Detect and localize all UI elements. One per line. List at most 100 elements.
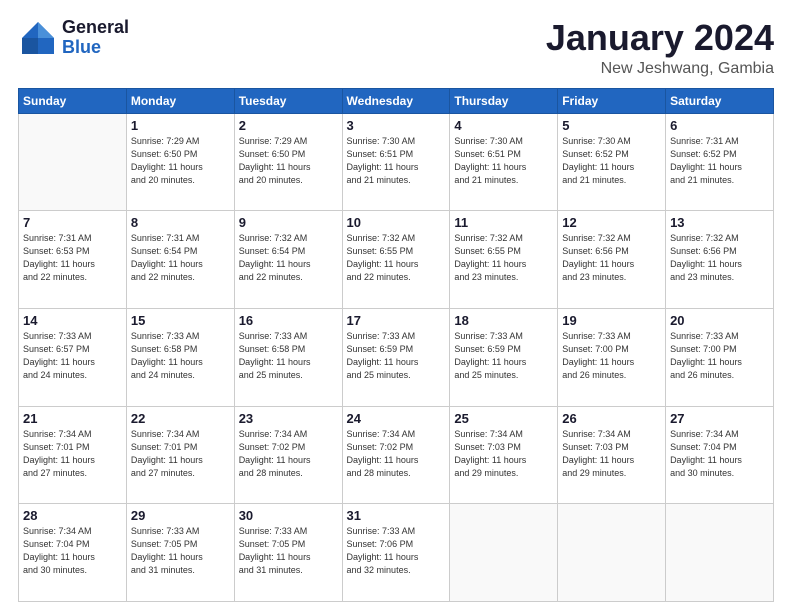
day-number: 29	[131, 508, 230, 523]
calendar-cell: 31 Sunrise: 7:33 AM Sunset: 7:06 PM Dayli…	[342, 504, 450, 602]
day-number: 1	[131, 118, 230, 133]
calendar-cell: 20Sunrise: 7:33 AM Sunset: 7:00 PM Dayli…	[666, 308, 774, 406]
calendar-cell	[19, 113, 127, 211]
day-info: Sunrise: 7:33 AM Sunset: 7:05 PM Dayligh…	[131, 525, 230, 577]
day-number: 18	[454, 313, 553, 328]
day-number: 13	[670, 215, 769, 230]
day-info: Sunrise: 7:32 AM Sunset: 6:54 PM Dayligh…	[239, 232, 338, 284]
day-number: 12	[562, 215, 661, 230]
day-number: 17	[347, 313, 446, 328]
day-number: 27	[670, 411, 769, 426]
day-number: 31	[347, 508, 446, 523]
calendar-cell: 9 Sunrise: 7:32 AM Sunset: 6:54 PM Daylig…	[234, 211, 342, 309]
calendar-cell: 5 Sunrise: 7:30 AM Sunset: 6:52 PM Daylig…	[558, 113, 666, 211]
day-number: 8	[131, 215, 230, 230]
day-number: 19	[562, 313, 661, 328]
calendar-cell: 15 Sunrise: 7:33 AM Sunset: 6:58 PM Dayli…	[126, 308, 234, 406]
day-info: Sunrise: 7:33 AM Sunset: 7:05 PM Dayligh…	[239, 525, 338, 577]
day-info: Sunrise: 7:34 AM Sunset: 7:02 PM Dayligh…	[239, 428, 338, 480]
calendar-cell: 7Sunrise: 7:31 AM Sunset: 6:53 PM Daylig…	[19, 211, 127, 309]
day-info: Sunrise: 7:32 AM Sunset: 6:56 PM Dayligh…	[562, 232, 661, 284]
calendar-cell: 4 Sunrise: 7:30 AM Sunset: 6:51 PM Daylig…	[450, 113, 558, 211]
calendar-cell: 24 Sunrise: 7:34 AM Sunset: 7:02 PM Dayli…	[342, 406, 450, 504]
title-block: January 2024 New Jeshwang, Gambia	[546, 18, 774, 78]
calendar-header-sunday: Sunday	[19, 88, 127, 113]
day-info: Sunrise: 7:32 AM Sunset: 6:55 PM Dayligh…	[454, 232, 553, 284]
calendar-cell: 3 Sunrise: 7:30 AM Sunset: 6:51 PM Daylig…	[342, 113, 450, 211]
day-number: 10	[347, 215, 446, 230]
calendar-header-friday: Friday	[558, 88, 666, 113]
calendar-header-tuesday: Tuesday	[234, 88, 342, 113]
day-number: 4	[454, 118, 553, 133]
day-number: 28	[23, 508, 122, 523]
day-info: Sunrise: 7:29 AM Sunset: 6:50 PM Dayligh…	[239, 135, 338, 187]
calendar-cell: 10Sunrise: 7:32 AM Sunset: 6:55 PM Dayli…	[342, 211, 450, 309]
day-info: Sunrise: 7:34 AM Sunset: 7:04 PM Dayligh…	[23, 525, 122, 577]
logo-icon	[18, 18, 58, 58]
calendar-cell: 18 Sunrise: 7:33 AM Sunset: 6:59 PM Dayli…	[450, 308, 558, 406]
calendar-header-thursday: Thursday	[450, 88, 558, 113]
calendar-cell: 21Sunrise: 7:34 AM Sunset: 7:01 PM Dayli…	[19, 406, 127, 504]
calendar-cell: 22 Sunrise: 7:34 AM Sunset: 7:01 PM Dayli…	[126, 406, 234, 504]
day-number: 14	[23, 313, 122, 328]
logo-general-text: General	[62, 18, 129, 38]
calendar-cell: 16Sunrise: 7:33 AM Sunset: 6:58 PM Dayli…	[234, 308, 342, 406]
day-number: 15	[131, 313, 230, 328]
day-number: 16	[239, 313, 338, 328]
day-info: Sunrise: 7:29 AM Sunset: 6:50 PM Dayligh…	[131, 135, 230, 187]
day-number: 11	[454, 215, 553, 230]
calendar-cell: 12 Sunrise: 7:32 AM Sunset: 6:56 PM Dayli…	[558, 211, 666, 309]
month-title: January 2024	[546, 18, 774, 58]
day-info: Sunrise: 7:31 AM Sunset: 6:54 PM Dayligh…	[131, 232, 230, 284]
day-info: Sunrise: 7:33 AM Sunset: 6:59 PM Dayligh…	[454, 330, 553, 382]
day-info: Sunrise: 7:33 AM Sunset: 6:57 PM Dayligh…	[23, 330, 122, 382]
week-row-0: 1 Sunrise: 7:29 AM Sunset: 6:50 PM Daylig…	[19, 113, 774, 211]
day-number: 26	[562, 411, 661, 426]
day-number: 3	[347, 118, 446, 133]
calendar-cell: 1 Sunrise: 7:29 AM Sunset: 6:50 PM Daylig…	[126, 113, 234, 211]
day-info: Sunrise: 7:34 AM Sunset: 7:01 PM Dayligh…	[131, 428, 230, 480]
day-number: 25	[454, 411, 553, 426]
calendar-cell: 25Sunrise: 7:34 AM Sunset: 7:03 PM Dayli…	[450, 406, 558, 504]
calendar-cell: 26 Sunrise: 7:34 AM Sunset: 7:03 PM Dayli…	[558, 406, 666, 504]
day-info: Sunrise: 7:30 AM Sunset: 6:51 PM Dayligh…	[454, 135, 553, 187]
calendar-cell: 28 Sunrise: 7:34 AM Sunset: 7:04 PM Dayli…	[19, 504, 127, 602]
calendar-cell: 6 Sunrise: 7:31 AM Sunset: 6:52 PM Daylig…	[666, 113, 774, 211]
logo: General Blue	[18, 18, 129, 58]
day-number: 6	[670, 118, 769, 133]
week-row-1: 7Sunrise: 7:31 AM Sunset: 6:53 PM Daylig…	[19, 211, 774, 309]
calendar-cell: 13Sunrise: 7:32 AM Sunset: 6:56 PM Dayli…	[666, 211, 774, 309]
day-number: 9	[239, 215, 338, 230]
day-info: Sunrise: 7:33 AM Sunset: 6:58 PM Dayligh…	[131, 330, 230, 382]
week-row-2: 14 Sunrise: 7:33 AM Sunset: 6:57 PM Dayli…	[19, 308, 774, 406]
day-number: 5	[562, 118, 661, 133]
day-info: Sunrise: 7:30 AM Sunset: 6:52 PM Dayligh…	[562, 135, 661, 187]
day-info: Sunrise: 7:34 AM Sunset: 7:03 PM Dayligh…	[562, 428, 661, 480]
calendar-table: SundayMondayTuesdayWednesdayThursdayFrid…	[18, 88, 774, 602]
day-number: 24	[347, 411, 446, 426]
day-number: 22	[131, 411, 230, 426]
calendar-cell	[558, 504, 666, 602]
calendar-cell: 14 Sunrise: 7:33 AM Sunset: 6:57 PM Dayli…	[19, 308, 127, 406]
week-row-3: 21 Sunrise: 7:34 AM Sunset: 7:01 PM Dayli…	[19, 406, 774, 504]
calendar-header-row: SundayMondayTuesdayWednesdayThursdayFrid…	[19, 88, 774, 113]
day-info: Sunrise: 7:34 AM Sunset: 7:02 PM Dayligh…	[347, 428, 446, 480]
calendar-cell: 29 Sunrise: 7:33 AM Sunset: 7:05 PM Dayli…	[126, 504, 234, 602]
logo-blue-text: Blue	[62, 38, 129, 58]
day-info: Sunrise: 7:31 AM Sunset: 6:52 PM Dayligh…	[670, 135, 769, 187]
calendar-cell: 30Sunrise: 7:33 AM Sunset: 7:05 PM Dayli…	[234, 504, 342, 602]
calendar-cell	[666, 504, 774, 602]
calendar-cell: 11 Sunrise: 7:32 AM Sunset: 6:55 PM Dayli…	[450, 211, 558, 309]
calendar-header-wednesday: Wednesday	[342, 88, 450, 113]
day-number: 2	[239, 118, 338, 133]
calendar-cell: 27Sunrise: 7:34 AM Sunset: 7:04 PM Dayli…	[666, 406, 774, 504]
header: General Blue January 2024 New Jeshwang, …	[18, 18, 774, 78]
day-number: 7	[23, 215, 122, 230]
day-info: Sunrise: 7:33 AM Sunset: 6:59 PM Dayligh…	[347, 330, 446, 382]
day-info: Sunrise: 7:30 AM Sunset: 6:51 PM Dayligh…	[347, 135, 446, 187]
calendar-cell: 17 Sunrise: 7:33 AM Sunset: 6:59 PM Dayli…	[342, 308, 450, 406]
day-number: 21	[23, 411, 122, 426]
calendar-header-monday: Monday	[126, 88, 234, 113]
day-info: Sunrise: 7:33 AM Sunset: 7:06 PM Dayligh…	[347, 525, 446, 577]
day-info: Sunrise: 7:33 AM Sunset: 7:00 PM Dayligh…	[562, 330, 661, 382]
